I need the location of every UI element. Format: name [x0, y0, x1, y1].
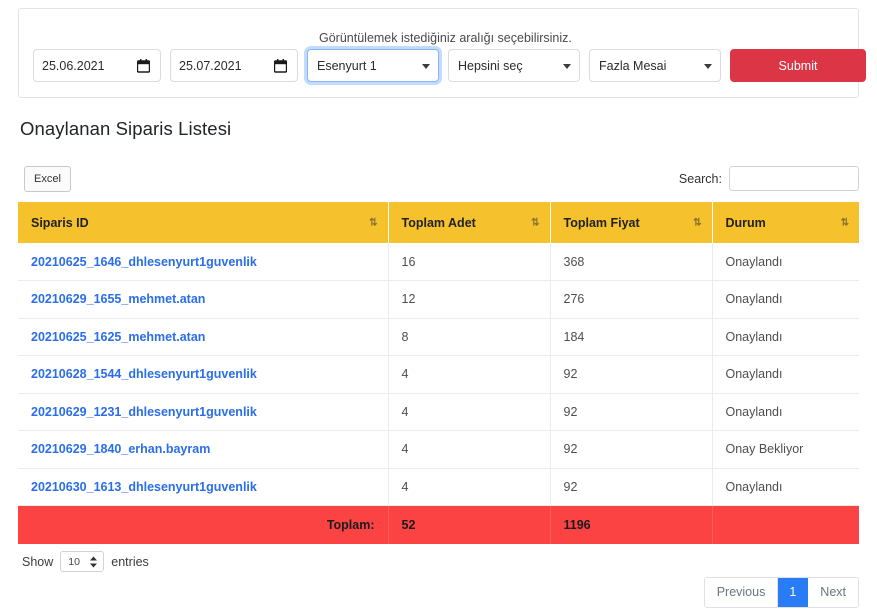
sort-icon[interactable]: ⇅ [693, 217, 701, 228]
order-id-link[interactable]: 20210625_1625_mehmet.atan [31, 330, 205, 344]
cell-toplam-adet: 12 [388, 280, 551, 319]
location-select[interactable]: Esenyurt 1 [307, 49, 439, 82]
end-date-value: 25.07.2021 [179, 58, 242, 73]
column-header-toplam-adet[interactable]: Toplam Adet ⇅ [388, 202, 551, 243]
type-select-value: Fazla Mesai [599, 58, 667, 73]
cell-durum: Onaylandı [712, 318, 859, 356]
cell-durum: Onaylandı [712, 243, 859, 281]
cell-siparis-id: 20210629_1231_dhlesenyurt1guvenlik [18, 393, 389, 431]
submit-button[interactable]: Submit [730, 49, 866, 82]
cell-toplam-fiyat: 184 [550, 318, 713, 356]
cell-toplam-adet: 4 [388, 468, 551, 506]
order-id-link[interactable]: 20210629_1655_mehmet.atan [31, 292, 205, 306]
pagination-page-1[interactable]: 1 [778, 578, 809, 607]
table-row: 20210629_1655_mehmet.atan 12 276 Onaylan… [18, 280, 859, 319]
table-row: 20210629_1840_erhan.bayram 4 92 Onay Bek… [18, 430, 859, 469]
cell-toplam-fiyat: 92 [550, 468, 713, 506]
start-date-input[interactable]: 25.06.2021 [33, 49, 161, 82]
calendar-icon[interactable] [274, 58, 287, 73]
total-toplam-fiyat: 1196 [550, 505, 713, 544]
cell-durum: Onaylandı [712, 355, 859, 394]
order-id-link[interactable]: 20210629_1231_dhlesenyurt1guvenlik [31, 405, 257, 419]
cell-toplam-fiyat: 276 [550, 280, 713, 319]
filter-panel: Görüntülemek istediğiniz aralığı seçebil… [18, 8, 866, 98]
table-head: Siparis ID ⇅ Toplam Adet ⇅ Toplam Fiyat … [18, 202, 859, 243]
column-header-label: Durum [725, 215, 766, 230]
pagination: Previous 1 Next [703, 577, 859, 608]
cell-durum: Onaylandı [712, 280, 859, 319]
total-label: Toplam: [18, 505, 389, 544]
column-header-durum[interactable]: Durum ⇅ [712, 202, 859, 243]
cell-durum: Onay Bekliyor [712, 430, 859, 469]
cell-toplam-fiyat: 368 [550, 243, 713, 281]
filter-controls-row: 25.06.2021 25.07.2021 Esenyurt 1 Hepsini… [33, 49, 866, 82]
cell-toplam-fiyat: 92 [550, 393, 713, 431]
pagination-next[interactable]: Next [808, 578, 858, 607]
cell-toplam-adet: 4 [388, 393, 551, 431]
cell-siparis-id: 20210625_1625_mehmet.atan [18, 318, 389, 356]
filter-hint-text: Görüntülemek istediğiniz aralığı seçebil… [319, 31, 572, 45]
sort-icon[interactable]: ⇅ [531, 217, 539, 228]
table-row: 20210628_1544_dhlesenyurt1guvenlik 4 92 … [18, 355, 859, 394]
cell-siparis-id: 20210625_1646_dhlesenyurt1guvenlik [18, 243, 389, 281]
pagination-previous[interactable]: Previous [704, 578, 779, 607]
calendar-icon[interactable] [137, 58, 150, 73]
person-select-value: Hepsini seç [458, 58, 523, 73]
chevron-down-icon [704, 63, 712, 69]
column-header-siparis-id[interactable]: Siparis ID ⇅ [18, 202, 389, 243]
table-header-row: Siparis ID ⇅ Toplam Adet ⇅ Toplam Fiyat … [18, 202, 859, 243]
table-row: 20210625_1625_mehmet.atan 8 184 Onayland… [18, 318, 859, 356]
show-label: Show [22, 554, 54, 569]
location-select-value: Esenyurt 1 [317, 58, 377, 73]
search-input[interactable] [729, 166, 859, 191]
order-id-link[interactable]: 20210629_1840_erhan.bayram [31, 442, 210, 456]
order-id-link[interactable]: 20210628_1544_dhlesenyurt1guvenlik [31, 367, 257, 381]
column-header-label: Siparis ID [31, 215, 89, 230]
end-date-input[interactable]: 25.07.2021 [170, 49, 298, 82]
orders-table: Siparis ID ⇅ Toplam Adet ⇅ Toplam Fiyat … [18, 202, 859, 544]
order-id-link[interactable]: 20210630_1613_dhlesenyurt1guvenlik [31, 480, 257, 494]
excel-export-button[interactable]: Excel [24, 166, 71, 192]
entries-label: entries [111, 554, 149, 569]
total-durum [712, 505, 859, 544]
person-select[interactable]: Hepsini seç [448, 49, 580, 82]
cell-siparis-id: 20210628_1544_dhlesenyurt1guvenlik [18, 355, 389, 394]
column-header-label: Toplam Adet [401, 215, 476, 230]
column-header-toplam-fiyat[interactable]: Toplam Fiyat ⇅ [550, 202, 713, 243]
order-id-link[interactable]: 20210625_1646_dhlesenyurt1guvenlik [31, 255, 257, 269]
search-label: Search: [678, 171, 722, 186]
table-row: 20210630_1613_dhlesenyurt1guvenlik 4 92 … [18, 468, 859, 506]
chevron-down-icon [422, 63, 430, 69]
cell-toplam-fiyat: 92 [550, 355, 713, 394]
table-total-row: Toplam: 52 1196 [18, 505, 859, 544]
start-date-value: 25.06.2021 [42, 58, 105, 73]
cell-toplam-adet: 16 [388, 243, 551, 281]
cell-toplam-fiyat: 92 [550, 430, 713, 469]
sort-icon[interactable]: ⇅ [841, 217, 849, 228]
table-row: 20210625_1646_dhlesenyurt1guvenlik 16 36… [18, 243, 859, 281]
table-body: 20210625_1646_dhlesenyurt1guvenlik 16 36… [18, 243, 859, 544]
table-row: 20210629_1231_dhlesenyurt1guvenlik 4 92 … [18, 393, 859, 431]
entries-value: 10 [68, 555, 80, 568]
cell-siparis-id: 20210629_1655_mehmet.atan [18, 280, 389, 319]
cell-toplam-adet: 8 [388, 318, 551, 356]
cell-toplam-adet: 4 [388, 430, 551, 469]
cell-durum: Onaylandı [712, 468, 859, 506]
show-entries-control: Show 10 entries [22, 551, 149, 572]
column-header-label: Toplam Fiyat [563, 215, 640, 230]
entries-per-page-select[interactable]: 10 [60, 551, 105, 572]
cell-siparis-id: 20210629_1840_erhan.bayram [18, 430, 389, 469]
stepper-icon [90, 556, 98, 567]
cell-durum: Onaylandı [712, 393, 859, 431]
page-title: Onaylanan Siparis Listesi [20, 118, 232, 139]
type-select[interactable]: Fazla Mesai [589, 49, 721, 82]
total-toplam-adet: 52 [388, 505, 551, 544]
cell-toplam-adet: 4 [388, 355, 551, 394]
search-area: Search: [679, 166, 859, 191]
page-root: Görüntülemek istediğiniz aralığı seçebil… [0, 0, 877, 615]
cell-siparis-id: 20210630_1613_dhlesenyurt1guvenlik [18, 468, 389, 506]
chevron-down-icon [563, 63, 571, 69]
sort-icon[interactable]: ⇅ [369, 217, 377, 228]
